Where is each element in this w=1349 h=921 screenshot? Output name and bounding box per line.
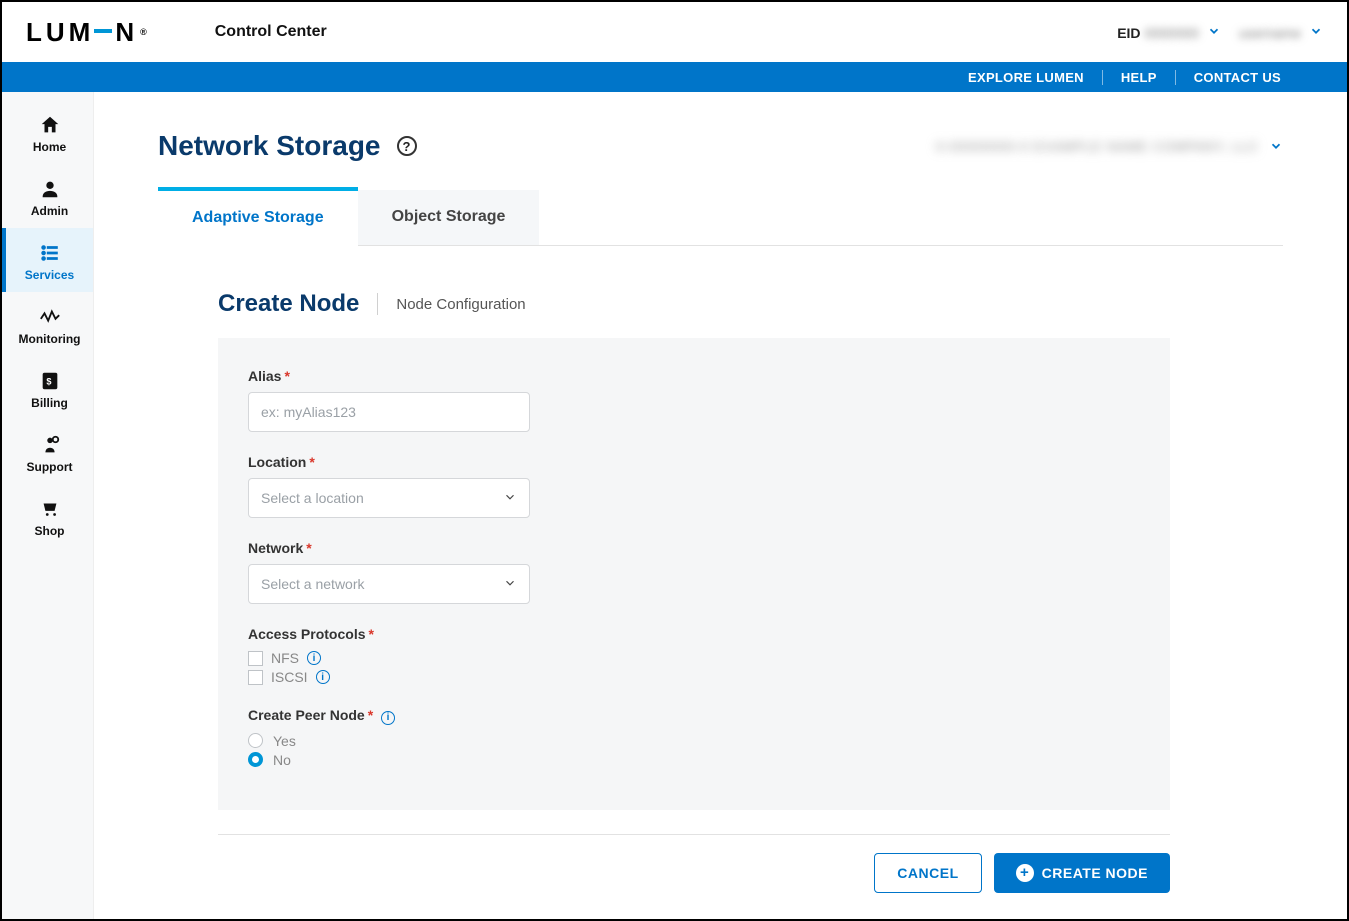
sidebar-item-home[interactable]: Home xyxy=(2,100,93,164)
brand-logo: LUMN® xyxy=(26,17,151,48)
shop-icon xyxy=(39,498,61,520)
protocol-iscsi-row[interactable]: ISCSI i xyxy=(248,669,1140,685)
form-divider xyxy=(218,834,1170,835)
eid-label: EID xyxy=(1117,25,1140,41)
alias-label: Alias* xyxy=(248,368,1140,384)
field-location: Location* Select a location xyxy=(248,454,1140,518)
create-node-label: CREATE NODE xyxy=(1042,865,1148,881)
section-header: Create Node Node Configuration xyxy=(218,290,1283,318)
field-alias: Alias* xyxy=(248,368,1140,432)
network-label: Network* xyxy=(248,540,1140,556)
page-title: Network Storage xyxy=(158,130,381,162)
create-node-section: Create Node Node Configuration Alias* Lo… xyxy=(158,246,1283,893)
sidebar-label-home: Home xyxy=(33,140,66,154)
location-select[interactable]: Select a location xyxy=(248,478,530,518)
info-icon[interactable]: i xyxy=(307,651,321,665)
user-value: username xyxy=(1239,25,1301,41)
sidebar-label-monitoring: Monitoring xyxy=(19,332,81,346)
peer-yes-label: Yes xyxy=(273,733,296,749)
account-text: 0-00000000-0 EXAMPLE NAME COMPANY, LLC xyxy=(936,139,1259,154)
sidebar-item-admin[interactable]: Admin xyxy=(2,164,93,228)
peer-no-label: No xyxy=(273,752,291,768)
eid-value: 0000000 xyxy=(1144,25,1199,41)
field-access-protocols: Access Protocols* NFS i ISCSI i xyxy=(248,626,1140,685)
field-network: Network* Select a network xyxy=(248,540,1140,604)
peer-yes-row[interactable]: Yes xyxy=(248,733,1140,749)
plus-icon: + xyxy=(1016,864,1034,882)
nfs-checkbox[interactable] xyxy=(248,651,263,666)
sidebar-label-support: Support xyxy=(27,460,73,474)
peer-label: Create Peer Node* i xyxy=(248,707,1140,725)
app-title: Control Center xyxy=(215,23,327,41)
main-content: Network Storage ? 0-00000000-0 EXAMPLE N… xyxy=(94,92,1347,919)
admin-icon xyxy=(39,178,61,200)
support-icon xyxy=(39,434,61,456)
eid-dropdown[interactable]: EID 0000000 xyxy=(1117,24,1221,41)
network-select[interactable]: Select a network xyxy=(248,564,530,604)
location-placeholder: Select a location xyxy=(261,490,364,506)
sidebar-label-billing: Billing xyxy=(31,396,68,410)
protocols-label: Access Protocols* xyxy=(248,626,1140,642)
form-actions: CANCEL + CREATE NODE xyxy=(218,853,1170,893)
billing-icon: $ xyxy=(39,370,61,392)
registered-icon: ® xyxy=(140,27,151,37)
nfs-label: NFS xyxy=(271,650,299,666)
info-icon[interactable]: i xyxy=(316,670,330,684)
user-dropdown[interactable]: username xyxy=(1239,24,1323,41)
chevron-down-icon xyxy=(1309,24,1323,41)
explore-lumen-link[interactable]: EXPLORE LUMEN xyxy=(950,70,1102,85)
top-right-group: EID 0000000 username xyxy=(1117,24,1323,41)
field-peer-node: Create Peer Node* i Yes No xyxy=(248,707,1140,768)
chevron-down-icon xyxy=(1269,139,1283,153)
account-selector[interactable]: 0-00000000-0 EXAMPLE NAME COMPANY, LLC xyxy=(936,139,1283,154)
svg-text:$: $ xyxy=(46,377,51,387)
cancel-button[interactable]: CANCEL xyxy=(874,853,981,893)
create-node-button[interactable]: + CREATE NODE xyxy=(994,853,1170,893)
help-icon[interactable]: ? xyxy=(397,136,417,156)
sidebar-item-services[interactable]: Services xyxy=(2,228,93,292)
tab-adaptive-storage[interactable]: Adaptive Storage xyxy=(158,187,358,246)
iscsi-label: ISCSI xyxy=(271,669,308,685)
utility-linkbar: EXPLORE LUMEN HELP CONTACT US xyxy=(2,62,1347,92)
sidebar-nav: Home Admin Services Monitoring $ Billing… xyxy=(2,92,94,919)
tab-object-storage[interactable]: Object Storage xyxy=(358,190,540,245)
help-link[interactable]: HELP xyxy=(1102,70,1175,85)
location-label: Location* xyxy=(248,454,1140,470)
peer-no-radio[interactable] xyxy=(248,752,263,767)
info-icon[interactable]: i xyxy=(381,711,395,725)
sidebar-item-support[interactable]: Support xyxy=(2,420,93,484)
chevron-down-icon xyxy=(503,488,517,509)
protocol-nfs-row[interactable]: NFS i xyxy=(248,650,1140,666)
sidebar-item-shop[interactable]: Shop xyxy=(2,484,93,548)
home-icon xyxy=(39,114,61,136)
page-header: Network Storage ? 0-00000000-0 EXAMPLE N… xyxy=(158,130,1283,162)
sidebar-label-admin: Admin xyxy=(31,204,68,218)
top-header: LUMN® Control Center EID 0000000 usernam… xyxy=(2,2,1347,62)
node-form-panel: Alias* Location* Select a location Netwo… xyxy=(218,338,1170,810)
storage-tabs: Adaptive Storage Object Storage xyxy=(158,190,1283,246)
sidebar-label-services: Services xyxy=(25,268,74,282)
peer-no-row[interactable]: No xyxy=(248,752,1140,768)
alias-input[interactable] xyxy=(248,392,530,432)
section-title: Create Node xyxy=(218,290,359,318)
sidebar-item-monitoring[interactable]: Monitoring xyxy=(2,292,93,356)
iscsi-checkbox[interactable] xyxy=(248,670,263,685)
sidebar-label-shop: Shop xyxy=(35,524,65,538)
chevron-down-icon xyxy=(1207,24,1221,41)
peer-yes-radio[interactable] xyxy=(248,733,263,748)
services-icon xyxy=(39,242,61,264)
chevron-down-icon xyxy=(503,574,517,595)
sidebar-item-billing[interactable]: $ Billing xyxy=(2,356,93,420)
network-placeholder: Select a network xyxy=(261,576,365,592)
logo-bar-icon xyxy=(94,29,112,33)
monitoring-icon xyxy=(39,306,61,328)
section-breadcrumb: Node Configuration xyxy=(377,293,525,315)
contact-us-link[interactable]: CONTACT US xyxy=(1175,70,1299,85)
